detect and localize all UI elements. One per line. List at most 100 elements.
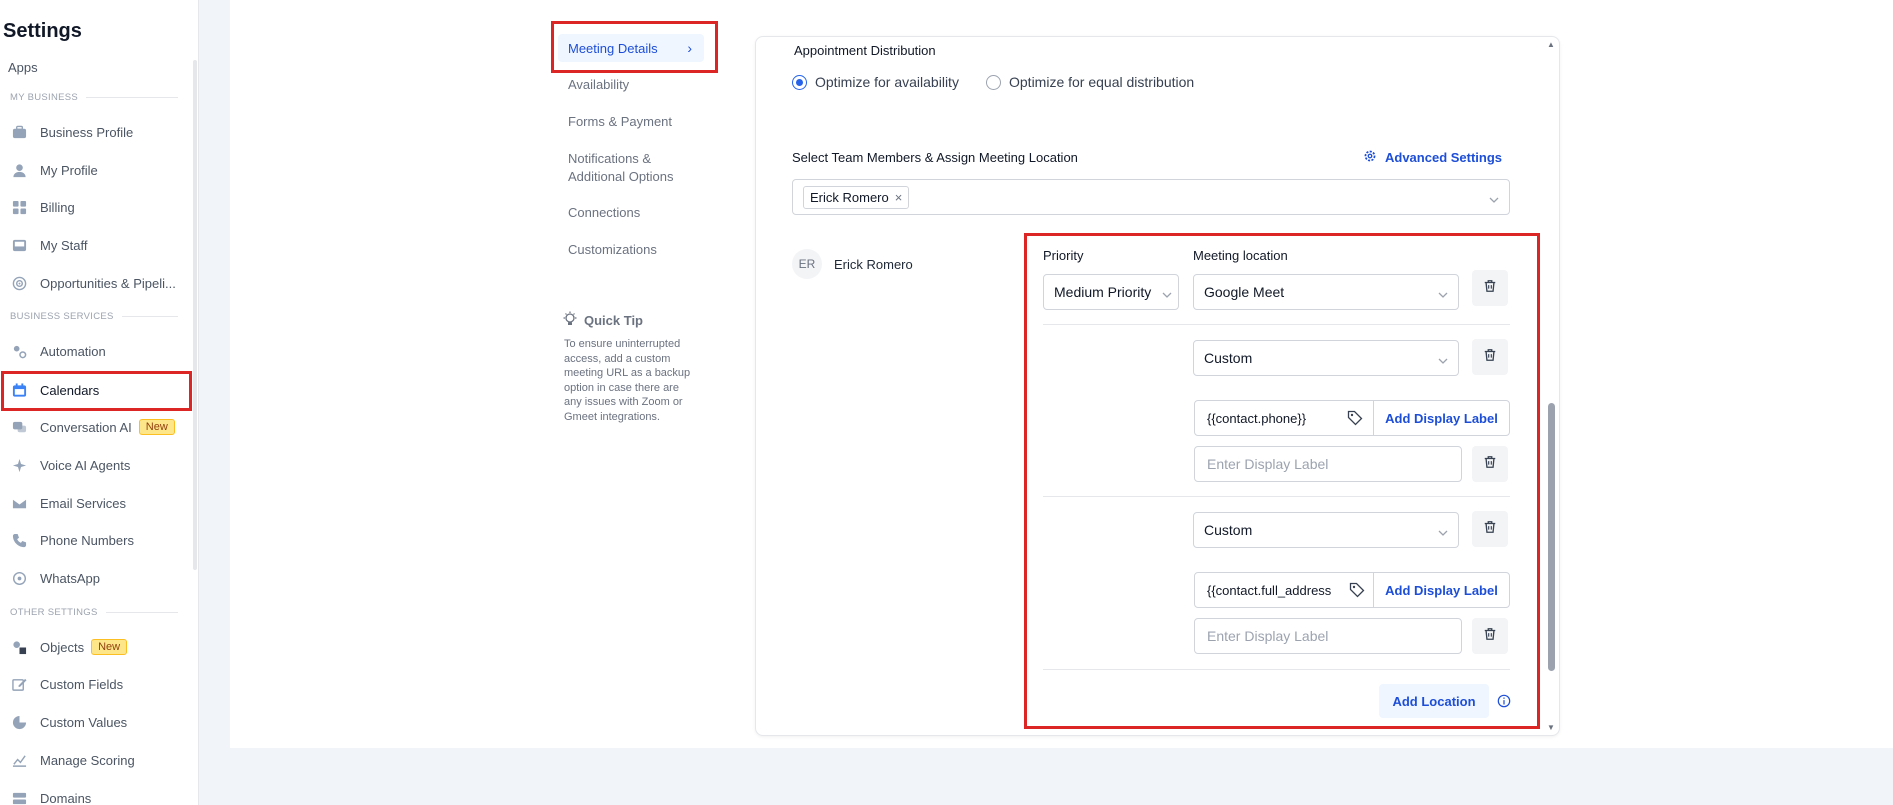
radio-optimize-availability[interactable]: Optimize for availability [792,74,959,90]
card-scroll-thumb[interactable] [1548,403,1555,671]
chevron-down-icon [1438,525,1448,536]
team-member-row: ER Erick Romero [792,249,913,279]
subnav-availability[interactable]: Availability [568,76,718,94]
member-name: Erick Romero [834,256,913,272]
sidebar-scrollbar[interactable] [193,60,197,570]
briefcase-icon [10,123,28,141]
inbox-icon [10,236,28,254]
member-chip: Erick Romero × [803,185,910,209]
team-members-label: Select Team Members & Assign Meeting Loc… [792,150,1078,165]
distribution-label: Appointment Distribution [794,43,936,58]
delete-location-1-button[interactable] [1472,270,1508,306]
location-value: Custom [1204,350,1253,366]
subnav-meeting-details[interactable]: Meeting Details › [558,34,704,62]
chevron-right-icon: › [687,40,692,56]
priority-header: Priority [1043,248,1084,263]
server-icon [10,789,28,805]
custom-url-value: {{contact.full_address [1207,582,1332,598]
sidebar-item-manage-scoring[interactable]: Manage Scoring [10,747,188,773]
sidebar-item-label: WhatsApp [40,570,100,586]
sidebar-item-automation[interactable]: Automation [10,338,188,364]
delete-display-label-1-button[interactable] [1472,446,1508,482]
sidebar-item-business-profile[interactable]: Business Profile [10,119,188,145]
tag-icon[interactable] [1347,410,1363,429]
sidebar-item-custom-values[interactable]: Custom Values [10,709,188,735]
calendar-icon [10,381,28,399]
sidebar-item-label: Domains [40,790,92,805]
sidebar-item-email-services[interactable]: Email Services [10,490,188,516]
advanced-settings-link[interactable]: Advanced Settings [1363,149,1502,166]
radio-optimize-equal[interactable]: Optimize for equal distribution [986,74,1194,90]
team-members-select[interactable]: Erick Romero × [792,179,1510,215]
sidebar-item-phone-numbers[interactable]: Phone Numbers [10,527,188,553]
sidebar-item-objects[interactable]: Objects New [10,634,188,660]
delete-display-label-2-button[interactable] [1472,618,1508,654]
priority-select[interactable]: Medium Priority [1043,274,1179,310]
trash-icon [1483,455,1497,474]
sidebar-item-label: My Staff [40,237,88,253]
close-icon[interactable]: × [895,190,903,205]
sidebar-item-voice-ai-agents[interactable]: Voice AI Agents [10,452,188,478]
lightbulb-icon [562,311,578,330]
sidebar-item-label: My Profile [40,162,98,178]
sidebar-item-label: Custom Fields [40,676,124,692]
quick-tip-title: Quick Tip [562,311,643,330]
location-select-3[interactable]: Custom [1193,512,1459,548]
delete-location-3-button[interactable] [1472,511,1508,547]
custom-url-input-2[interactable]: {{contact.full_address [1194,572,1374,608]
location-select-1[interactable]: Google Meet [1193,274,1459,310]
sidebar-item-my-staff[interactable]: My Staff [10,232,188,258]
sidebar-item-label: Phone Numbers [40,532,134,548]
sidebar-item-my-profile[interactable]: My Profile [10,157,188,183]
quick-tip-text: To ensure uninterrupted access, add a cu… [564,338,691,423]
sidebar-item-label: Opportunities & Pipeli... [40,275,176,291]
sidebar-item-label: Calendars [40,382,100,398]
subnav-notifications[interactable]: Notifications & Additional Options [568,150,688,186]
sidebar-item-domains[interactable]: Domains [10,785,188,805]
sidebar: Settings Apps MY BUSINESS Business Profi… [0,0,199,805]
add-display-label-1-button[interactable]: Add Display Label [1373,400,1510,436]
voice-icon [10,456,28,474]
scroll-up-icon[interactable]: ▲ [1547,40,1555,49]
scroll-down-icon[interactable]: ▼ [1547,723,1555,732]
sidebar-item-opportunities[interactable]: Opportunities & Pipeli... [10,270,188,296]
add-display-label-2-button[interactable]: Add Display Label [1373,572,1510,608]
sidebar-item-label: Billing [40,199,75,215]
gear-icon [1363,149,1377,166]
trash-icon [1483,627,1497,646]
subnav-active-label: Meeting Details [568,40,658,56]
sidebar-title: Settings [3,20,82,42]
meeting-location-header: Meeting location [1193,248,1288,263]
add-location-button[interactable]: Add Location [1379,684,1489,718]
sidebar-item-conversation-ai[interactable]: Conversation AI New [10,414,188,440]
whatsapp-icon [10,569,28,587]
avatar: ER [792,249,822,279]
info-icon[interactable] [1497,694,1511,713]
sidebar-item-label: Manage Scoring [40,752,135,768]
chevron-down-icon [1438,287,1448,298]
chevron-down-icon [1489,192,1499,203]
tag-icon[interactable] [1347,582,1365,601]
delete-location-2-button[interactable] [1472,339,1508,375]
trash-icon [1483,279,1497,298]
custom-url-input-1[interactable]: {{contact.phone}} [1194,400,1374,436]
subnav-connections[interactable]: Connections [568,204,718,222]
location-select-2[interactable]: Custom [1193,340,1459,376]
trash-icon [1483,348,1497,367]
sidebar-item-apps[interactable]: Apps [8,60,38,75]
sidebar-item-label: Conversation AI [40,419,132,435]
subnav-forms-payment[interactable]: Forms & Payment [568,113,718,131]
sidebar-item-custom-fields[interactable]: Custom Fields [10,671,188,697]
advanced-settings-label: Advanced Settings [1385,150,1503,165]
radio-selected-icon [792,74,807,90]
new-badge: New [138,419,175,435]
chat-icon [10,418,28,436]
sidebar-item-calendars[interactable]: Calendars [10,377,188,403]
sidebar-item-whatsapp[interactable]: WhatsApp [10,565,188,591]
display-label-input-1[interactable]: Enter Display Label [1194,446,1462,482]
subnav-customizations[interactable]: Customizations [568,241,718,259]
display-label-placeholder: Enter Display Label [1207,628,1329,644]
sidebar-item-billing[interactable]: Billing [10,194,188,220]
custom-url-value: {{contact.phone}} [1207,410,1307,426]
display-label-input-2[interactable]: Enter Display Label [1194,618,1462,654]
